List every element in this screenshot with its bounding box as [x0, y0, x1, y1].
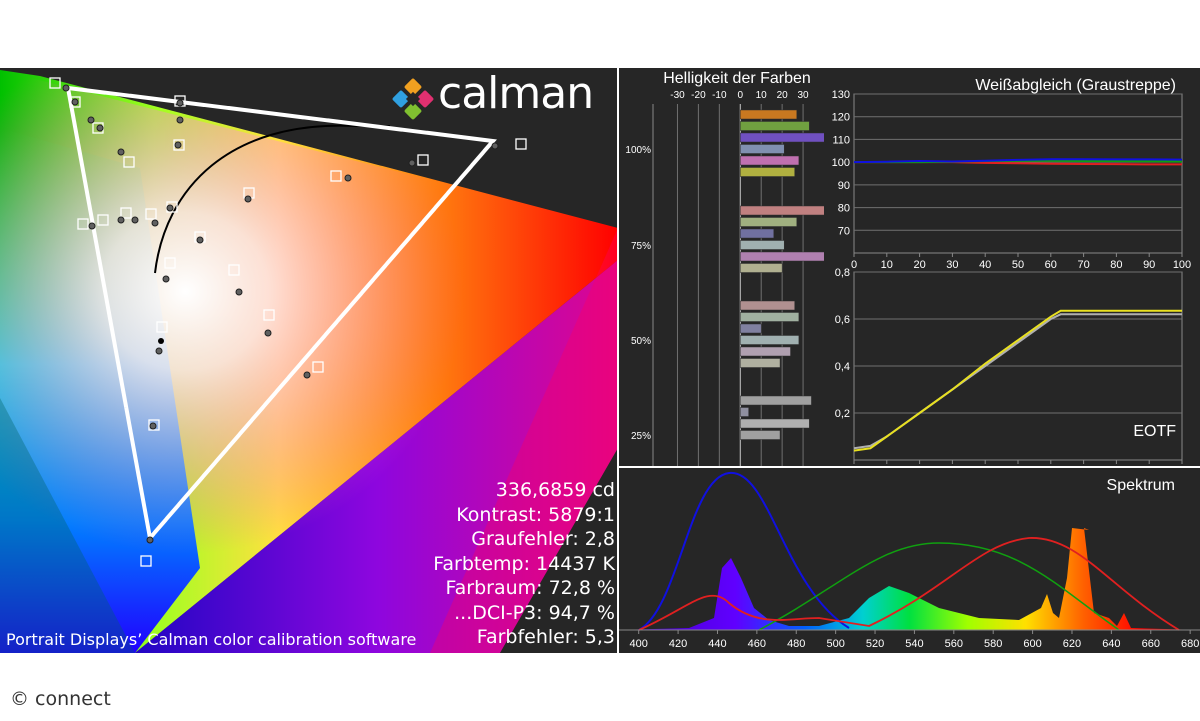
spectrum-x-tick: 480	[787, 638, 805, 650]
brightness-title: Helligkeit der Farben	[663, 70, 811, 87]
brightness-bar	[740, 312, 800, 322]
brightness-x-tick: -20	[691, 90, 706, 101]
brightness-bar	[740, 205, 824, 216]
y-tick: 130	[832, 89, 850, 101]
color-error-value: Farbfehler: 5,3	[476, 626, 615, 648]
brightness-bar	[740, 109, 798, 120]
brightness-bar	[740, 167, 795, 177]
eotf-title: EOTF	[1133, 423, 1176, 440]
spectrum-x-tick: 420	[669, 638, 687, 650]
brightness-bar	[740, 251, 824, 262]
brightness-bar	[740, 418, 810, 429]
brightness-bar	[740, 132, 824, 143]
spectrum-x-tick: 560	[945, 638, 963, 650]
brightness-bar	[740, 430, 781, 440]
white-point-measured	[158, 338, 164, 344]
y-tick: 70	[838, 225, 850, 237]
calman-logo-icon	[392, 78, 434, 120]
brightness-bar	[740, 358, 781, 368]
brightness-y-tick: 50%	[631, 336, 651, 347]
spectrum-title: Spektrum	[1107, 477, 1175, 494]
spectrum-x-tick: 640	[1102, 638, 1120, 650]
brightness-bar	[740, 395, 812, 406]
brightness-bar	[740, 228, 775, 239]
brightness-bar	[740, 144, 785, 154]
luminance-value: 336,6859 cd	[495, 479, 615, 501]
y-tick: 0,2	[835, 408, 850, 420]
spectrum-x-tick: 540	[905, 638, 923, 650]
brightness-bar	[740, 407, 749, 417]
brightness-x-tick: 30	[798, 90, 810, 101]
brightness-y-tick: 25%	[631, 431, 651, 442]
measurement-stats: 336,6859 cd Kontrast: 5879:1 Graufehler:…	[433, 478, 615, 650]
brightness-y-tick: 75%	[631, 241, 651, 252]
spectrum-x-tick: 580	[984, 638, 1002, 650]
spectrum-x-tick: 600	[1023, 638, 1041, 650]
y-tick: 0,8	[835, 267, 850, 279]
y-tick: 0,6	[835, 314, 850, 326]
spectrum-x-tick: 660	[1142, 638, 1160, 650]
brightness-bar	[740, 217, 798, 227]
calman-report-panel: calman 336,6859 cd Kontrast: 5879:1 Grau…	[0, 68, 1200, 653]
image-credit: © connect	[10, 688, 111, 710]
brightness-bar	[740, 155, 800, 166]
spectrum-x-tick: 620	[1063, 638, 1081, 650]
spectrum-x-tick: 680	[1181, 638, 1199, 650]
brightness-x-tick: -10	[712, 90, 727, 101]
brightness-bar	[740, 240, 785, 250]
brightness-x-tick: -30	[670, 90, 685, 101]
spectrum-area	[619, 528, 1200, 630]
brightness-x-tick: 20	[777, 90, 789, 101]
brightness-x-tick: 0	[737, 90, 743, 101]
y-tick: 90	[838, 180, 850, 192]
spectrum-x-tick: 520	[866, 638, 884, 650]
white-balance-chart: Weißabgleich (Graustreppe) 70 80 90 100 110 1…	[832, 77, 1192, 268]
calman-logo-text: calman	[438, 68, 594, 119]
eotf-chart: EOTF 0,20,40,60,80102030405060708090100	[835, 267, 1183, 464]
y-tick: 120	[832, 112, 850, 124]
y-tick: 80	[838, 203, 850, 215]
y-tick: 0,4	[835, 361, 850, 373]
white-balance-title: Weißabgleich (Graustreppe)	[975, 77, 1176, 94]
y-tick: 110	[832, 134, 850, 146]
brightness-x-tick: 10	[756, 90, 768, 101]
spectrum-x-tick: 400	[630, 638, 648, 650]
gamut-value: Farbraum: 72,8 %	[445, 577, 615, 599]
spectrum-x-tick: 500	[826, 638, 844, 650]
brightness-y-tick: 100%	[625, 145, 651, 156]
gray-error-value: Graufehler: 2,8	[471, 528, 615, 550]
spectrum-x-tick: 440	[708, 638, 726, 650]
software-caption: Portrait Displays’ Calman color calibrat…	[6, 630, 417, 649]
spectrum-x-tick: 460	[748, 638, 766, 650]
brightness-bar	[740, 335, 800, 345]
dci-p3-value: ...DCI-P3: 94,7 %	[454, 601, 615, 624]
brightness-chart: Helligkeit der Farben -30 -20 -10 0 10 20 30 1…	[625, 70, 824, 466]
brightness-bar	[740, 121, 810, 131]
spectrum-chart: Spektrum 400 420 440 460 480 500 520 540 560 580 6…	[619, 471, 1200, 650]
plot-frame	[853, 93, 1183, 254]
y-tick: 100	[832, 157, 850, 169]
contrast-value: Kontrast: 5879:1	[456, 503, 615, 526]
brightness-bar	[740, 323, 762, 334]
brightness-bar	[740, 346, 791, 357]
brightness-bar	[740, 263, 783, 273]
brightness-bar	[740, 300, 795, 311]
color-temp-value: Farbtemp: 14437 K	[433, 552, 615, 575]
calman-logo: calman	[390, 68, 620, 120]
